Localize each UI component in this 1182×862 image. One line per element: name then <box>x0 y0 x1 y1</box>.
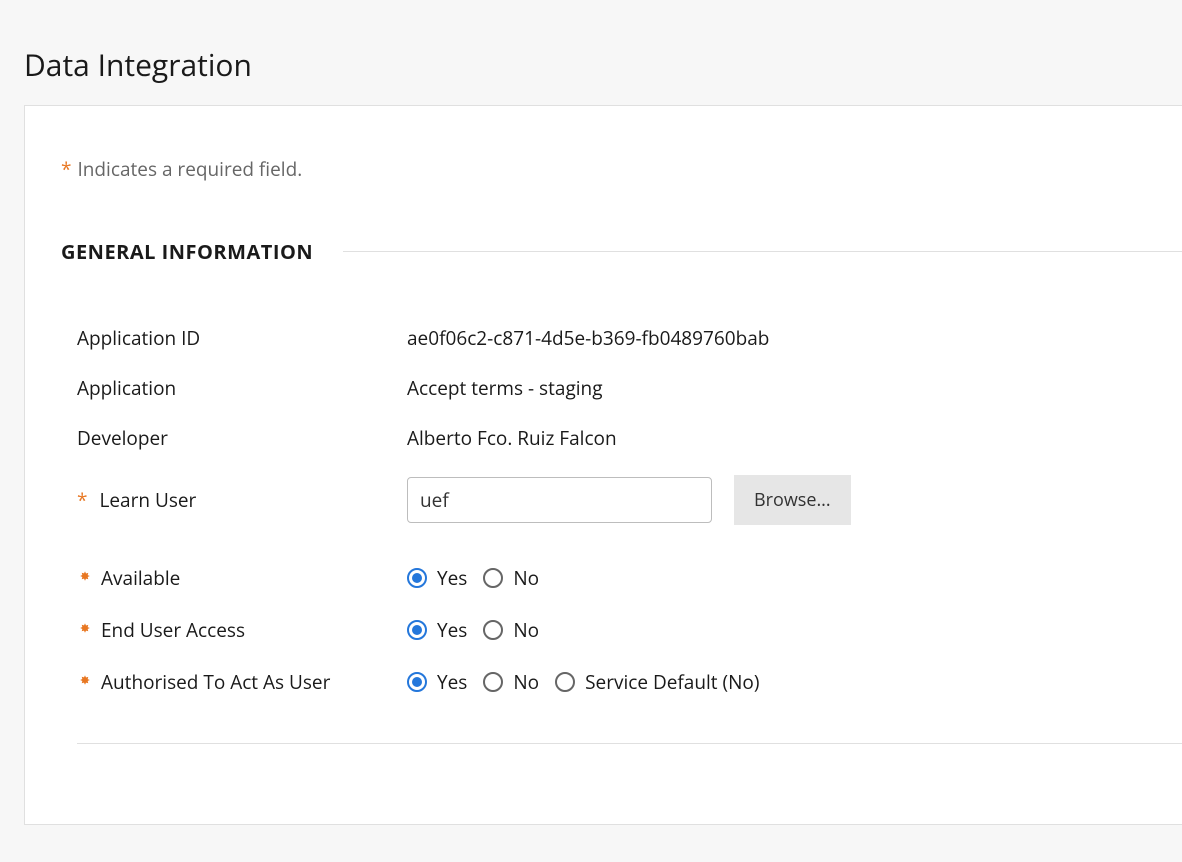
radio-group-end-user-access: Yes No <box>407 617 547 643</box>
radio-authorised-no[interactable]: No <box>483 669 539 695</box>
radio-icon <box>407 672 427 692</box>
row-end-user-access: End User Access Yes No <box>77 617 1182 643</box>
radio-label: No <box>513 669 539 695</box>
radio-icon <box>407 620 427 640</box>
browse-button[interactable]: Browse... <box>734 475 851 525</box>
radio-label: No <box>513 617 539 643</box>
radio-authorised-default[interactable]: Service Default (No) <box>555 669 759 695</box>
label-developer: Developer <box>77 425 407 451</box>
radio-icon <box>407 568 427 588</box>
radio-icon <box>555 672 575 692</box>
label-learn-user: * Learn User <box>77 487 407 513</box>
row-application-id: Application ID ae0f06c2-c871-4d5e-b369-f… <box>77 325 1182 351</box>
radio-label: Yes <box>437 669 467 695</box>
label-end-user-access: End User Access <box>77 617 407 643</box>
radio-icon <box>483 672 503 692</box>
label-application-id: Application ID <box>77 325 407 351</box>
learn-user-input[interactable] <box>407 477 712 523</box>
radio-label: No <box>513 565 539 591</box>
value-developer: Alberto Fco. Ruiz Falcon <box>407 425 1182 451</box>
label-available: Available <box>77 565 407 591</box>
value-application: Accept terms - staging <box>407 375 1182 401</box>
required-gear-icon <box>77 570 93 586</box>
radio-label: Yes <box>437 565 467 591</box>
required-gear-icon <box>77 674 93 690</box>
form-panel: *Indicates a required field. GENERAL INF… <box>24 105 1182 825</box>
row-application: Application Accept terms - staging <box>77 375 1182 401</box>
radio-group-available: Yes No <box>407 565 547 591</box>
row-available: Available Yes No <box>77 565 1182 591</box>
row-learn-user: * Learn User Browse... <box>77 475 1182 525</box>
required-note-text: Indicates a required field. <box>77 156 302 182</box>
section-rule <box>343 251 1182 252</box>
label-authorised: Authorised To Act As User <box>77 669 407 695</box>
required-field-note: *Indicates a required field. <box>61 156 1182 182</box>
label-authorised-text: Authorised To Act As User <box>101 669 330 695</box>
section-header-row: GENERAL INFORMATION <box>61 238 1182 265</box>
radio-available-yes[interactable]: Yes <box>407 565 467 591</box>
radio-authorised-yes[interactable]: Yes <box>407 669 467 695</box>
radio-icon <box>483 620 503 640</box>
radio-icon <box>483 568 503 588</box>
radio-end-user-access-no[interactable]: No <box>483 617 539 643</box>
radio-label: Service Default (No) <box>585 669 759 695</box>
required-gear-icon <box>77 622 93 638</box>
required-asterisk-icon: * <box>77 491 87 510</box>
label-end-user-access-text: End User Access <box>101 617 245 643</box>
bottom-rule <box>77 743 1182 744</box>
radio-available-no[interactable]: No <box>483 565 539 591</box>
required-asterisk-icon: * <box>61 156 71 182</box>
page-title: Data Integration <box>0 0 1182 105</box>
row-authorised: Authorised To Act As User Yes No Service… <box>77 669 1182 695</box>
value-application-id: ae0f06c2-c871-4d5e-b369-fb0489760bab <box>407 325 1182 351</box>
section-title: GENERAL INFORMATION <box>61 238 313 265</box>
label-application: Application <box>77 375 407 401</box>
radio-end-user-access-yes[interactable]: Yes <box>407 617 467 643</box>
radio-label: Yes <box>437 617 467 643</box>
label-available-text: Available <box>101 565 180 591</box>
form-grid: Application ID ae0f06c2-c871-4d5e-b369-f… <box>61 325 1182 695</box>
label-learn-user-text: Learn User <box>99 487 196 513</box>
radio-group-authorised: Yes No Service Default (No) <box>407 669 767 695</box>
row-developer: Developer Alberto Fco. Ruiz Falcon <box>77 425 1182 451</box>
